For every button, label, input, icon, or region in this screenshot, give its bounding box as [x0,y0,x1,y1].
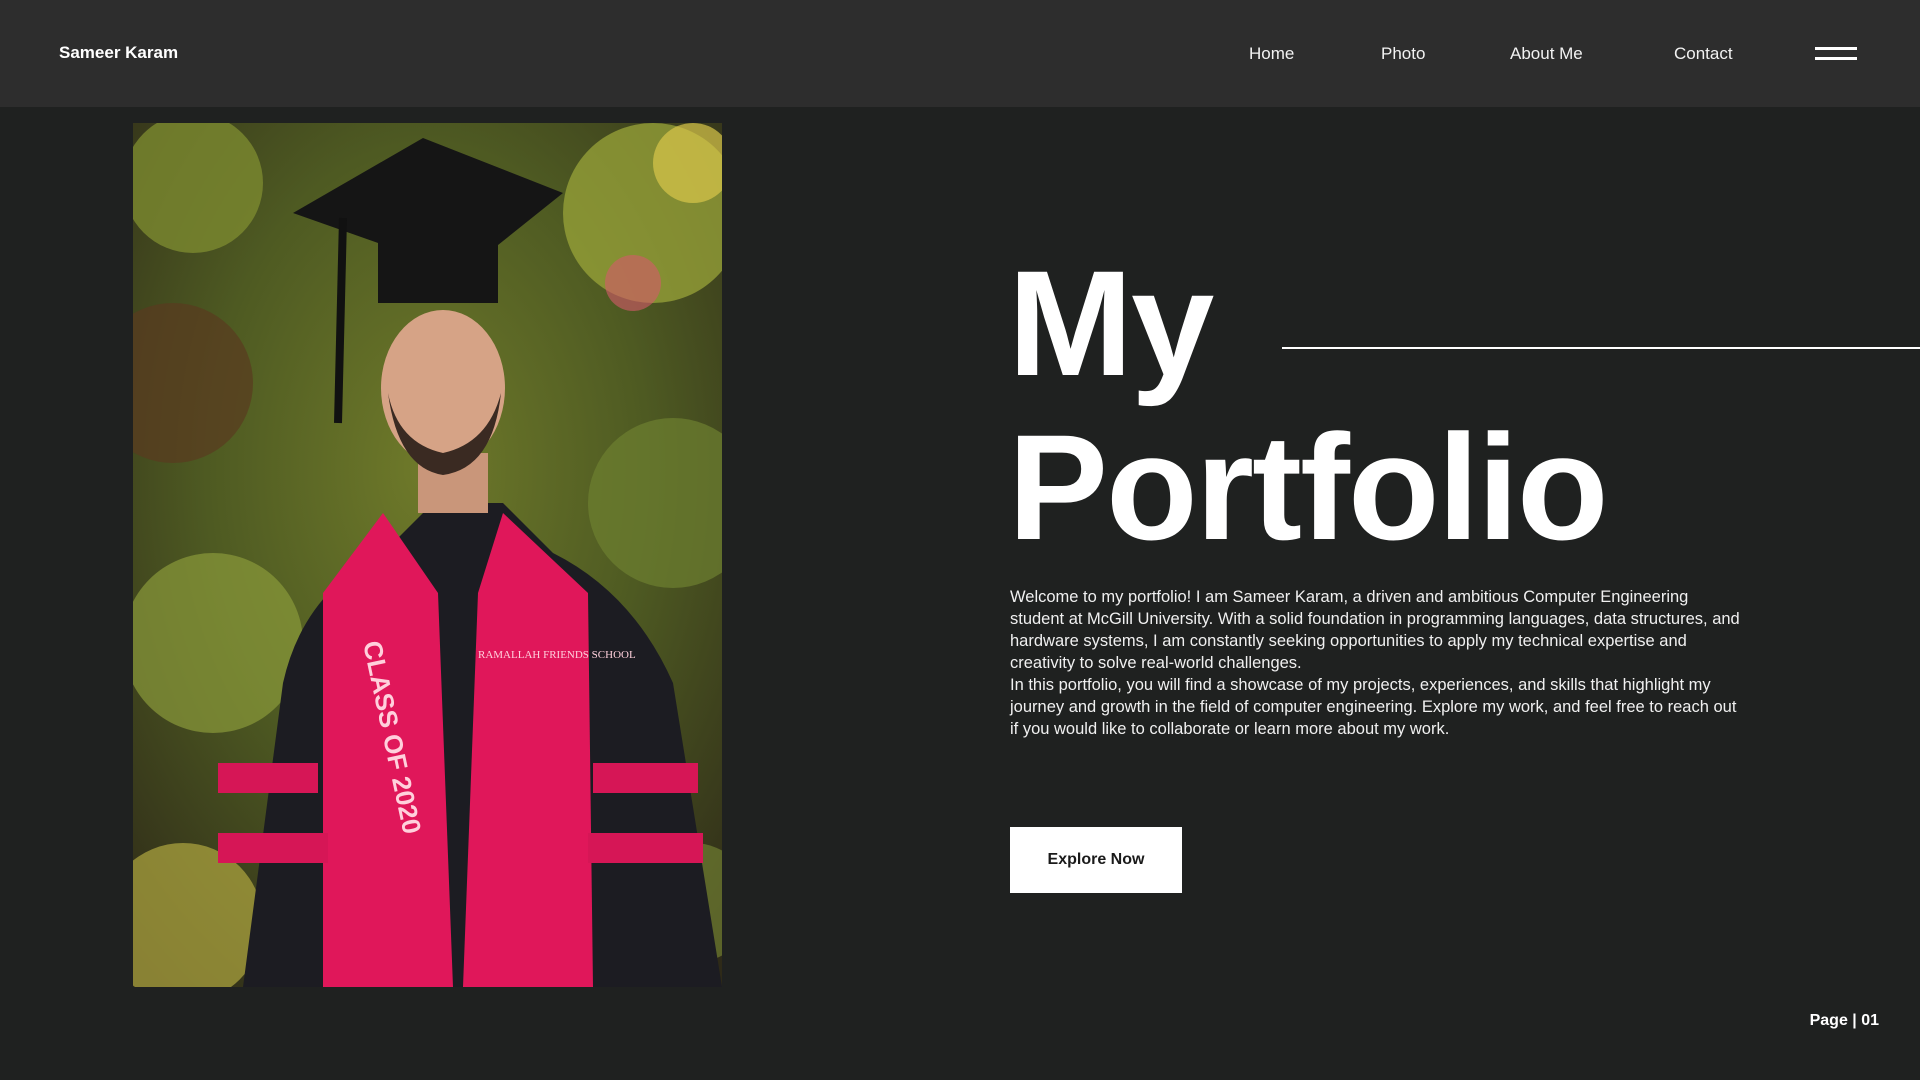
explore-now-button[interactable]: Explore Now [1010,827,1182,893]
stole-logo-text: RAMALLAH FRIENDS SCHOOL [478,649,636,661]
brand-name[interactable]: Sameer Karam [59,43,178,63]
portrait-photo: CLASS OF 2020 RAMALLAH FRIENDS SCHOOL [133,123,722,987]
page-indicator: Page | 01 [1809,1012,1879,1029]
hero-title-line-2: Portfolio [1008,403,1609,571]
intro-text: Welcome to my portfolio! I am Sameer Kar… [1010,586,1746,740]
nav-item-photo[interactable]: Photo [1381,44,1425,64]
top-navigation-bar: Sameer Karam Home Photo About Me Contact [0,0,1920,107]
nav-item-home[interactable]: Home [1249,44,1294,64]
intro-paragraph-1: Welcome to my portfolio! I am Sameer Kar… [1010,588,1740,672]
intro-paragraph-2: In this portfolio, you will find a showc… [1010,676,1737,738]
nav-item-contact[interactable]: Contact [1674,44,1733,64]
hero-divider-line [1282,347,1920,349]
hero-title-line-1: My [1008,239,1214,407]
hamburger-menu-icon[interactable] [1815,47,1857,61]
nav-item-about-me[interactable]: About Me [1510,44,1583,64]
